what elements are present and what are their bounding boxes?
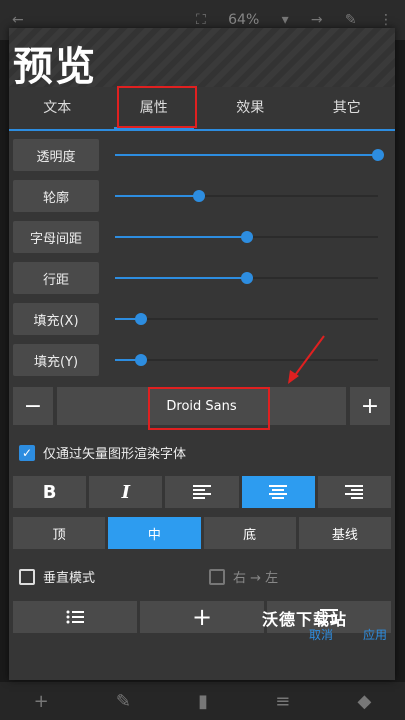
letter-spacing-button[interactable]: 字母间距 xyxy=(13,221,99,253)
align-right-icon xyxy=(345,485,364,499)
vertical-mode-option[interactable]: 垂直模式 xyxy=(19,567,95,586)
padding-x-button[interactable]: 填充(X) xyxy=(13,303,99,335)
valign-top-button[interactable]: 顶 xyxy=(13,517,106,549)
opacity-button[interactable]: 透明度 xyxy=(13,139,99,171)
italic-label: I xyxy=(121,481,131,503)
preview-text: 预览 xyxy=(13,44,97,90)
align-left-icon xyxy=(193,485,211,499)
slider-knob[interactable] xyxy=(135,313,148,325)
font-prev-button[interactable]: − xyxy=(13,387,53,425)
padding-y-slider[interactable] xyxy=(115,354,378,366)
padding-y-button[interactable]: 填充(Y) xyxy=(13,344,99,376)
line-spacing-slider[interactable] xyxy=(115,272,378,284)
zoom-dropdown-icon[interactable]: ▾ xyxy=(282,12,289,28)
letter-spacing-row: 字母间距 xyxy=(13,221,383,253)
align-left-button[interactable] xyxy=(165,476,239,508)
rtl-label: 右 → 左 xyxy=(233,571,279,586)
annotation-box-properties-tab xyxy=(117,86,197,128)
text-properties-dialog: 预览 文本 属性 效果 其它 透明度 轮廓 字母间距 行距 填充(X) 填充(Y… xyxy=(9,28,395,680)
align-center-button[interactable] xyxy=(241,476,315,508)
vector-render-option[interactable]: ✓ 仅通过矢量图形渲染字体 xyxy=(19,443,186,462)
background-bottom-bar: + ✎ ▮ ≡ ◆ xyxy=(0,682,405,720)
padding-x-row: 填充(X) xyxy=(13,303,383,335)
add-button[interactable]: + xyxy=(140,601,264,633)
outline-row: 轮廓 xyxy=(13,180,383,212)
tab-text[interactable]: 文本 xyxy=(9,87,106,129)
align-center-icon xyxy=(269,485,288,499)
add-icon[interactable]: + xyxy=(34,691,49,712)
tab-other[interactable]: 其它 xyxy=(299,87,396,129)
checkbox-disabled-icon[interactable] xyxy=(209,568,225,585)
bold-button[interactable]: B xyxy=(13,476,87,508)
slider-knob[interactable] xyxy=(135,354,148,366)
padding-x-slider[interactable] xyxy=(115,313,378,325)
align-right-button[interactable] xyxy=(317,476,392,508)
letter-spacing-slider[interactable] xyxy=(115,231,378,243)
italic-button[interactable]: I xyxy=(89,476,163,508)
trash-icon[interactable]: ▮ xyxy=(198,691,208,712)
list-button[interactable] xyxy=(13,601,137,633)
pencil-icon[interactable]: ✎ xyxy=(116,691,131,712)
slider-knob[interactable] xyxy=(372,149,384,161)
bold-label: B xyxy=(42,481,57,503)
line-spacing-row: 行距 xyxy=(13,262,383,294)
plus-icon: + xyxy=(191,603,213,631)
more-icon[interactable]: ⋮ xyxy=(379,12,393,28)
slider-knob[interactable] xyxy=(240,231,253,243)
tab-bar: 文本 属性 效果 其它 xyxy=(9,87,395,131)
slider-knob[interactable] xyxy=(240,272,253,284)
vertical-mode-label: 垂直模式 xyxy=(43,571,96,586)
menu-icon[interactable]: ≡ xyxy=(275,691,290,712)
next-icon[interactable]: → xyxy=(311,12,323,28)
opacity-row: 透明度 xyxy=(13,139,384,171)
checkbox-unchecked-icon[interactable] xyxy=(19,568,35,585)
text-style-toolbar: B I xyxy=(13,476,392,508)
slider-knob[interactable] xyxy=(193,190,206,202)
opacity-slider[interactable] xyxy=(115,149,384,161)
checkbox-checked-icon[interactable]: ✓ xyxy=(19,444,35,461)
tab-effects[interactable]: 效果 xyxy=(202,87,299,129)
layers-icon[interactable]: ◆ xyxy=(358,691,372,712)
valign-bottom-button[interactable]: 底 xyxy=(203,517,296,549)
rtl-option[interactable]: 右 → 左 xyxy=(209,567,278,586)
padding-y-row: 填充(Y) xyxy=(13,344,383,376)
font-next-button[interactable]: + xyxy=(350,387,390,425)
line-spacing-button[interactable]: 行距 xyxy=(13,262,99,294)
outline-button[interactable]: 轮廓 xyxy=(13,180,99,212)
vector-render-label: 仅通过矢量图形渲染字体 xyxy=(43,447,187,462)
fit-icon[interactable]: ⛶ xyxy=(196,12,206,28)
watermark: 沃德下载站 xyxy=(262,610,348,629)
vertical-align-group: 顶 中 底 基线 xyxy=(13,517,391,549)
back-icon[interactable]: ← xyxy=(12,12,24,28)
outline-slider[interactable] xyxy=(115,190,378,202)
annotation-box-font-name xyxy=(148,387,270,430)
apply-button[interactable]: 应用 xyxy=(363,626,387,643)
list-icon xyxy=(66,610,84,624)
edit-icon[interactable]: ✎ xyxy=(345,12,357,28)
valign-baseline-button[interactable]: 基线 xyxy=(298,517,391,549)
preview-area: 预览 xyxy=(9,28,395,90)
zoom-level[interactable]: 64% xyxy=(228,12,259,28)
valign-middle-button[interactable]: 中 xyxy=(108,517,201,549)
